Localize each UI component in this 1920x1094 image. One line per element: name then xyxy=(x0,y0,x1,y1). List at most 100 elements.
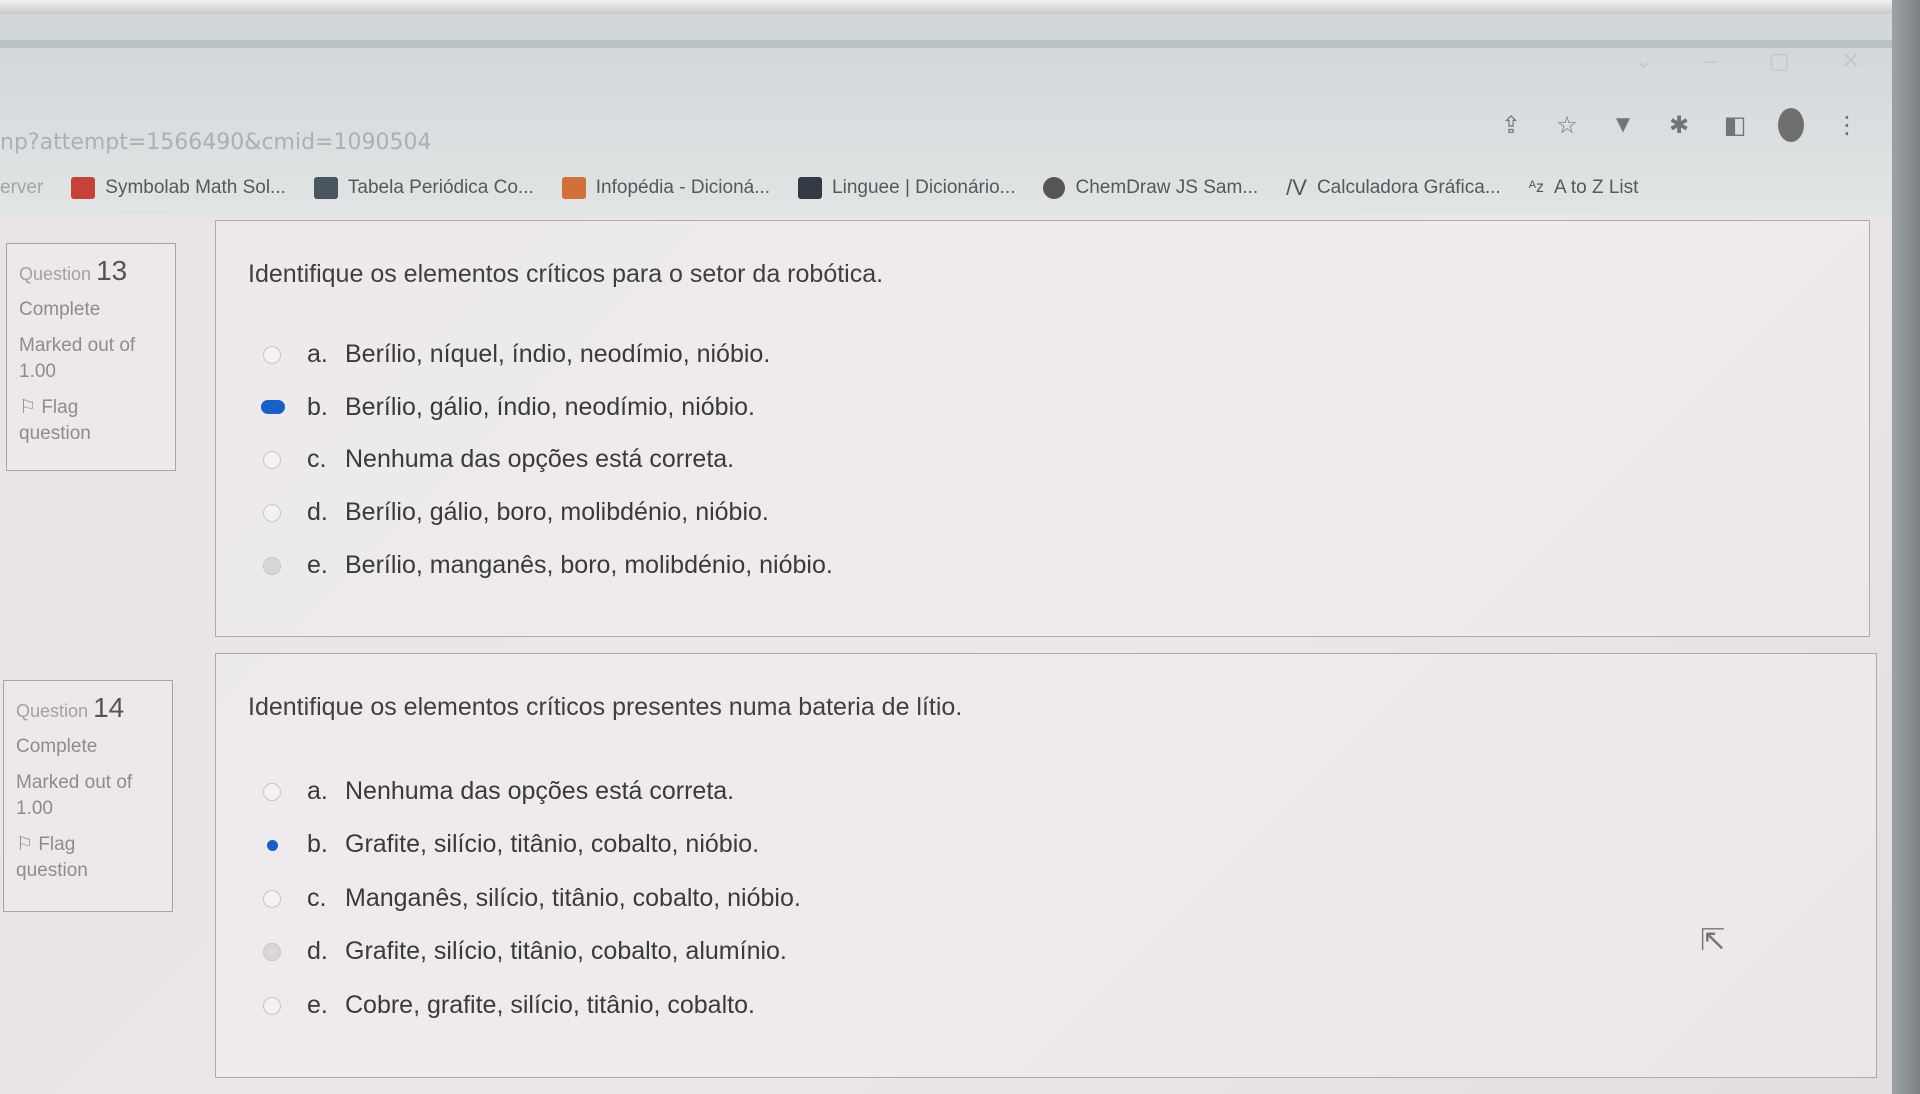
flag-question[interactable]: ⚐ Flag question xyxy=(19,395,163,447)
option-a[interactable]: a. Nenhuma das opções está correta. xyxy=(263,777,734,806)
question-status: Complete xyxy=(19,299,101,320)
marked-label: Marked out of xyxy=(16,772,133,793)
question-prefix: Question xyxy=(16,701,89,721)
option-c[interactable]: c. Manganês, silício, titânio, cobalto, … xyxy=(263,884,801,913)
bookmark-infopedia[interactable]: Infopédia - Dicioná... xyxy=(561,177,771,199)
title-bar xyxy=(0,40,1900,48)
option-letter: d. xyxy=(307,937,328,965)
flag-label: Flag xyxy=(38,834,76,855)
question-number-value: 14 xyxy=(93,692,125,723)
bookmark-a-to-z[interactable]: ᴬz A to Z List xyxy=(1529,177,1639,199)
bookmark-label: Calculadora Gráfica... xyxy=(1316,177,1501,198)
question-number-value: 13 xyxy=(96,255,128,286)
radio-button-selected[interactable] xyxy=(261,399,285,417)
option-letter: c. xyxy=(307,445,327,473)
desmos-icon: /V xyxy=(1286,175,1307,200)
browser-chrome: ⌄ – ▢ ✕ np?attempt=1566490&cmid=1090504 … xyxy=(0,0,1920,215)
bookmark-label: Linguee | Dicionário... xyxy=(832,177,1016,198)
address-bar-url[interactable]: np?attempt=1566490&cmid=1090504 xyxy=(0,130,431,155)
bookmark-desmos[interactable]: /V Calculadora Gráfica... xyxy=(1286,175,1501,201)
flag-icon: ⚐ xyxy=(19,397,37,418)
option-e[interactable]: e. Cobre, grafite, silício, titânio, cob… xyxy=(263,991,755,1020)
flag-icon: ⚐ xyxy=(16,834,34,855)
question-text: Identifique os elementos críticos para o… xyxy=(248,260,884,288)
bookmark-label: Symbolab Math Sol... xyxy=(105,177,286,198)
option-letter: a. xyxy=(307,340,328,368)
question-prefix: Question xyxy=(19,264,92,284)
extension-icon[interactable]: ▼ xyxy=(1610,111,1636,139)
marked-value: 1.00 xyxy=(16,798,53,819)
bookmark-label: erver xyxy=(0,177,44,198)
symbolab-icon xyxy=(71,177,96,199)
option-d[interactable]: d. Berílio, gálio, boro, molibdénio, nió… xyxy=(263,498,769,527)
bookmark-label: A to Z List xyxy=(1553,177,1639,198)
menu-icon[interactable]: ⋮ xyxy=(1834,111,1860,140)
chemdraw-icon xyxy=(1043,177,1066,199)
marked-out-of: Marked out of 1.00 xyxy=(19,333,163,385)
browser-toolbar: ⇪ ☆ ▼ ✱ ◧ ⋮ xyxy=(1498,108,1860,142)
radio-button[interactable] xyxy=(263,556,281,575)
marked-out-of: Marked out of 1.00 xyxy=(16,770,160,822)
option-text: Berílio, manganês, boro, molibdénio, nió… xyxy=(345,551,833,579)
option-b[interactable]: b. Grafite, silício, titânio, cobalto, n… xyxy=(263,830,759,859)
option-text: Grafite, silício, titânio, cobalto, niób… xyxy=(345,830,760,858)
bookmark-linguee[interactable]: Linguee | Dicionário... xyxy=(798,177,1015,199)
bookmark-chemdraw[interactable]: ChemDraw JS Sam... xyxy=(1043,177,1258,199)
share-icon[interactable]: ⇪ xyxy=(1498,111,1524,140)
question-info-14: Question 14 Complete Marked out of 1.00 … xyxy=(3,680,173,912)
marked-value: 1.00 xyxy=(19,361,56,382)
puzzle-icon[interactable]: ✱ xyxy=(1666,111,1692,140)
bookmarks-bar: erver Symbolab Math Sol... Tabela Periód… xyxy=(0,168,1638,208)
radio-button[interactable] xyxy=(263,889,281,908)
bookmark-server[interactable]: erver xyxy=(0,177,43,199)
window-controls: ⌄ – ▢ ✕ xyxy=(1634,48,1860,74)
option-text: Berílio, gálio, boro, molibdénio, nióbio… xyxy=(345,498,769,526)
radio-button[interactable] xyxy=(263,996,281,1015)
minimize-icon[interactable]: – xyxy=(1705,48,1717,74)
bookmark-symbolab[interactable]: Symbolab Math Sol... xyxy=(71,177,286,199)
question-info-13: Question 13 Complete Marked out of 1.00 … xyxy=(6,243,176,471)
option-letter: b. xyxy=(307,830,328,858)
screen-bezel-right xyxy=(1892,0,1920,1094)
flag-question[interactable]: ⚐ Flag question xyxy=(16,832,160,884)
sidepanel-icon[interactable]: ◧ xyxy=(1722,111,1748,140)
radio-button[interactable] xyxy=(263,503,281,522)
option-letter: c. xyxy=(307,884,327,912)
option-text: Berílio, gálio, índio, neodímio, nióbio. xyxy=(345,393,755,421)
radio-button[interactable] xyxy=(263,782,281,801)
maximize-icon[interactable]: ▢ xyxy=(1769,48,1790,74)
option-text: Berílio, níquel, índio, neodímio, nióbio… xyxy=(345,340,771,368)
option-d[interactable]: d. Grafite, silício, titânio, cobalto, a… xyxy=(263,937,787,966)
radio-button-selected[interactable] xyxy=(263,836,281,854)
question-number: Question 14 xyxy=(16,692,160,724)
radio-button[interactable] xyxy=(263,942,281,961)
option-a[interactable]: a. Berílio, níquel, índio, neodímio, nió… xyxy=(263,340,770,369)
periodic-table-icon xyxy=(313,177,338,199)
star-icon[interactable]: ☆ xyxy=(1554,111,1580,140)
flag-label: Flag xyxy=(41,397,79,418)
screen-bezel xyxy=(0,0,1920,14)
close-icon[interactable]: ✕ xyxy=(1842,48,1860,74)
radio-button[interactable] xyxy=(263,345,281,364)
bookmark-tabela-periodica[interactable]: Tabela Periódica Co... xyxy=(313,177,534,199)
bookmark-label: Tabela Periódica Co... xyxy=(347,177,534,198)
mouse-cursor-icon: ⇱ xyxy=(1700,924,1726,957)
radio-button[interactable] xyxy=(263,450,281,469)
chevron-down-icon[interactable]: ⌄ xyxy=(1634,48,1652,74)
marked-label: Marked out of xyxy=(19,335,136,356)
flag-label-2: question xyxy=(16,860,88,881)
option-text: Manganês, silício, titânio, cobalto, nió… xyxy=(345,884,801,912)
bookmark-label: Infopédia - Dicioná... xyxy=(595,177,771,198)
option-c[interactable]: c. Nenhuma das opções está correta. xyxy=(263,445,734,474)
question-text: Identifique os elementos críticos presen… xyxy=(248,693,963,721)
avatar[interactable] xyxy=(1778,108,1804,142)
option-text: Nenhuma das opções está correta. xyxy=(345,777,735,805)
option-letter: d. xyxy=(307,498,328,526)
option-text: Cobre, grafite, silício, titânio, cobalt… xyxy=(345,991,755,1019)
option-letter: b. xyxy=(307,393,328,421)
option-b[interactable]: b. Berílio, gálio, índio, neodímio, niób… xyxy=(261,393,755,422)
option-text: Grafite, silício, titânio, cobalto, alum… xyxy=(345,937,787,965)
option-text: Nenhuma das opções está correta. xyxy=(345,445,735,473)
option-e[interactable]: e. Berílio, manganês, boro, molibdénio, … xyxy=(263,551,833,580)
az-icon: ᴬz xyxy=(1528,179,1544,196)
